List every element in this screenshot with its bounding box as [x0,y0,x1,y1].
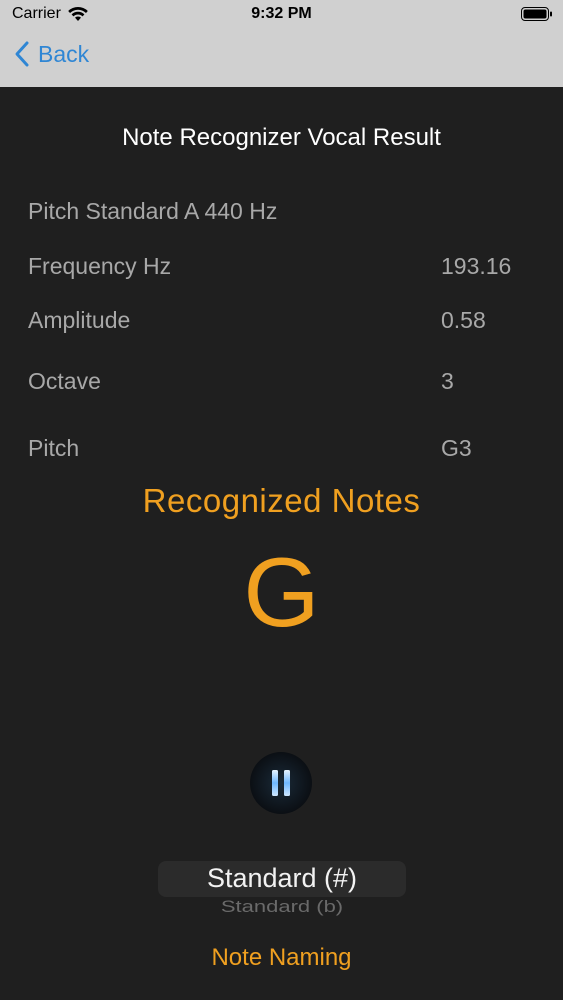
octave-value: 3 [441,368,454,394]
page-title: Note Recognizer Vocal Result [122,124,441,151]
frequency-label: Frequency Hz [28,253,172,279]
status-and-nav-bar: Carrier 9:32 PM Back [0,0,563,87]
picker-next-option[interactable]: Standard (b) [158,897,406,917]
pitch-label: Pitch [28,435,80,461]
pitch-standard-label: Pitch Standard A 440 Hz [28,198,278,224]
pause-icon [272,770,290,796]
battery-icon [521,7,552,21]
note-naming-label: Note Naming [211,944,352,971]
frequency-value: 193.16 [441,253,512,279]
amplitude-label: Amplitude [28,307,131,333]
recognized-notes-title: Recognized Notes [142,482,421,519]
pitch-value: G3 [441,435,472,461]
back-button[interactable]: Back [14,40,89,68]
note-naming-picker[interactable]: Standard (#) Standard (b) [158,857,406,923]
pause-button[interactable] [250,752,312,814]
chevron-left-icon [15,41,29,67]
octave-label: Octave [28,368,101,394]
picker-selected-option[interactable]: Standard (#) [158,863,406,894]
amplitude-value: 0.58 [441,307,486,333]
recognized-note: G [243,537,320,647]
back-label: Back [38,40,90,67]
status-time: 9:32 PM [251,5,312,22]
